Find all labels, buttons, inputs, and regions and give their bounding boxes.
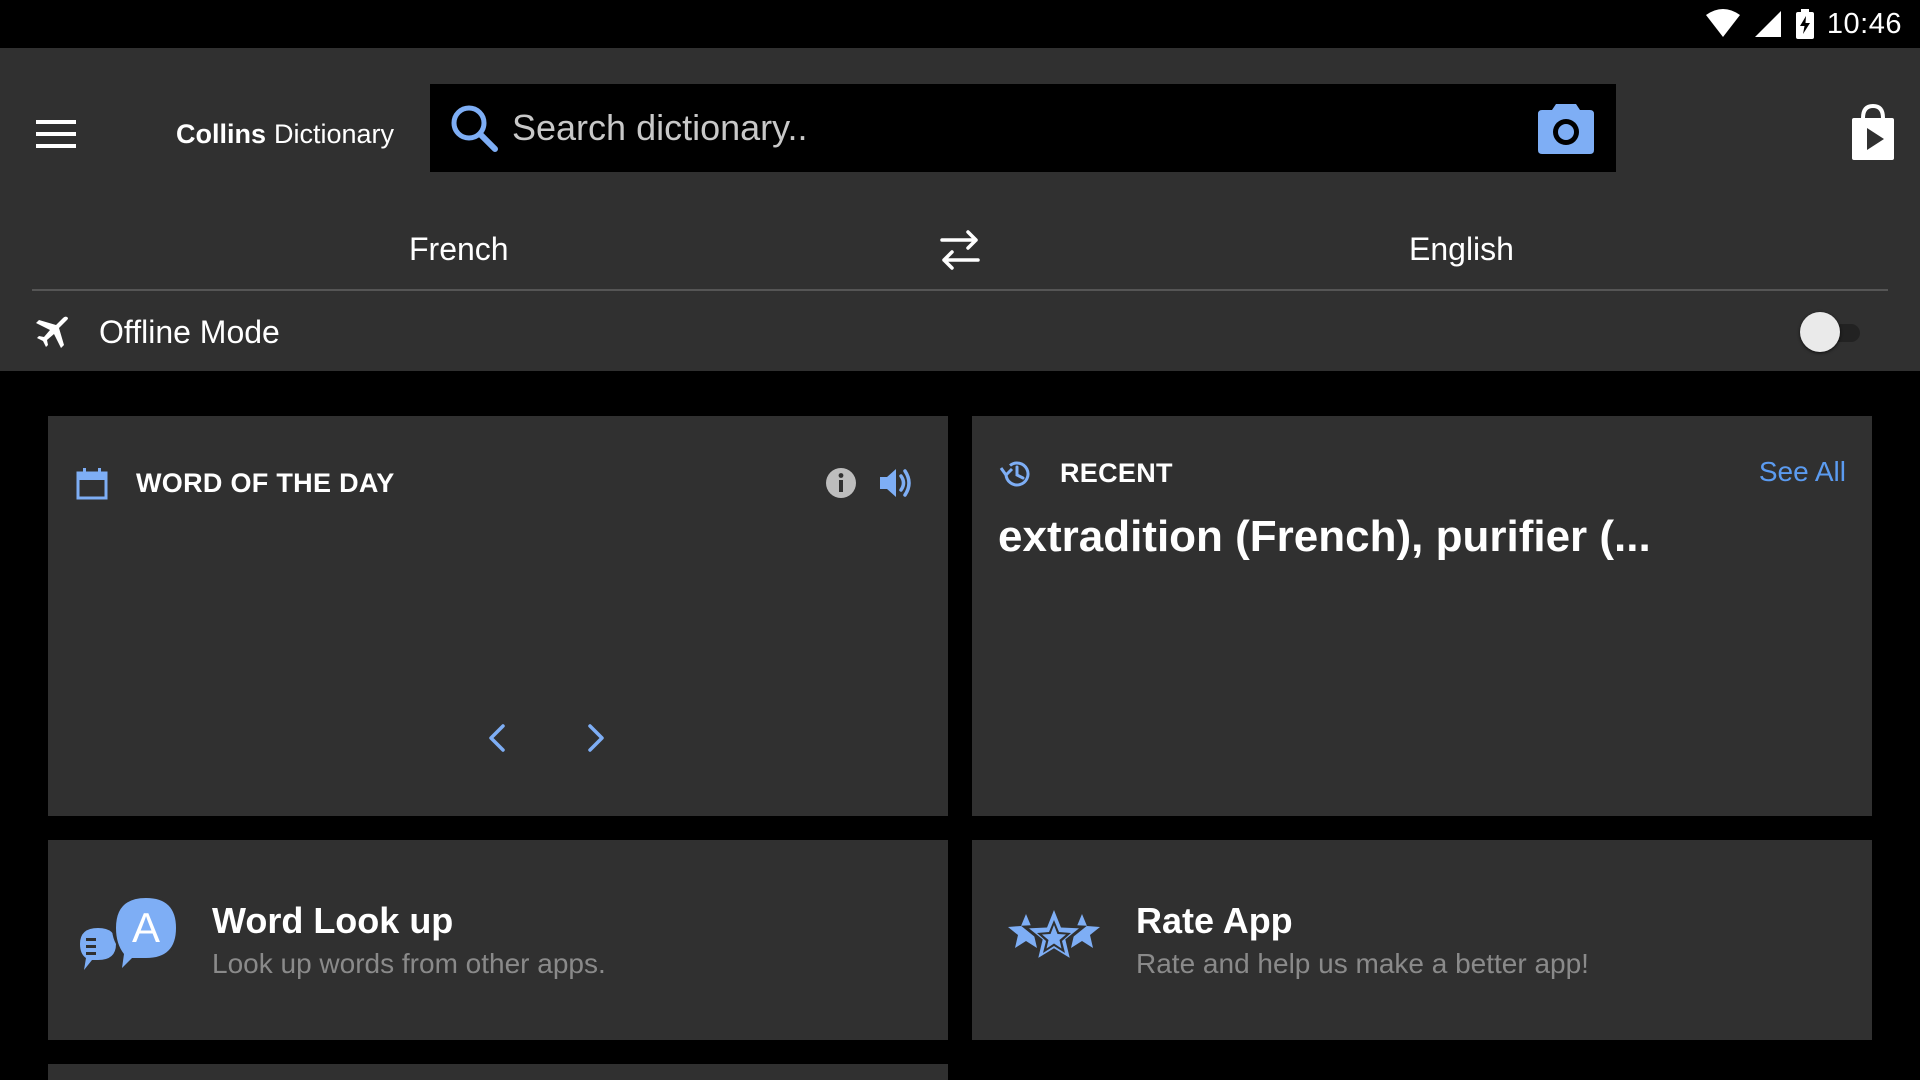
info-icon[interactable] — [824, 466, 858, 500]
language-from[interactable]: French — [409, 208, 509, 290]
app-title: Collins Dictionary — [176, 114, 394, 154]
wifi-icon — [1705, 9, 1740, 37]
language-divider — [32, 289, 1888, 291]
camera-icon[interactable] — [1536, 100, 1596, 156]
language-to[interactable]: English — [1409, 208, 1514, 290]
rate-app-subtitle: Rate and help us make a better app! — [1136, 948, 1589, 979]
status-time: 10:46 — [1826, 7, 1902, 40]
partial-card — [48, 1064, 948, 1080]
svg-text:A: A — [132, 904, 160, 951]
offline-mode-toggle[interactable] — [1800, 312, 1862, 352]
app-title-product: Dictionary — [274, 118, 395, 149]
word-lookup-card[interactable]: A Word Look up Look up words from other … — [48, 840, 948, 1040]
play-store-icon[interactable] — [1846, 102, 1900, 162]
recent-card: RECENT See All extradition (French), pur… — [972, 416, 1872, 816]
app-title-brand: Collins — [176, 118, 267, 149]
search-box — [430, 84, 1616, 172]
search-icon — [451, 105, 498, 152]
signal-icon — [1754, 11, 1781, 37]
speaker-icon[interactable] — [876, 464, 914, 502]
offline-mode-label: Offline Mode — [99, 313, 280, 350]
app-bar: Collins Dictionary French — [0, 48, 1920, 371]
app-screen: 10:46 Collins Dictionary Search dictiona… — [0, 0, 1920, 1080]
word-lookup-icon: A — [80, 894, 180, 970]
word-of-the-day-title: WORD OF THE DAY — [136, 468, 395, 498]
word-lookup-title: Word Look up — [212, 900, 454, 941]
battery-charging-icon — [1795, 9, 1814, 39]
recent-words[interactable]: extradition (French), purifier (... — [998, 512, 1848, 562]
status-bar: 10:46 — [0, 0, 1920, 48]
word-lookup-subtitle: Look up words from other apps. — [212, 948, 606, 979]
see-all-link[interactable]: See All — [1759, 456, 1846, 488]
menu-button[interactable] — [32, 110, 80, 158]
calendar-icon — [76, 468, 108, 500]
language-row: French English — [32, 208, 1888, 290]
history-icon — [999, 461, 1030, 487]
rate-app-card[interactable]: Rate App Rate and help us make a better … — [972, 840, 1872, 1040]
chevron-right-icon[interactable] — [575, 718, 615, 758]
toggle-thumb — [1800, 312, 1840, 352]
menu-icon — [36, 120, 76, 148]
swap-icon[interactable] — [934, 224, 986, 276]
word-of-the-day-card: WORD OF THE DAY — [48, 416, 948, 816]
recent-title: RECENT — [1060, 458, 1173, 488]
stars-icon — [1008, 901, 1100, 965]
search-input[interactable] — [512, 98, 1536, 158]
offline-mode-row: Offline Mode — [32, 292, 1888, 372]
chevron-left-icon[interactable] — [478, 718, 518, 758]
rate-app-title: Rate App — [1136, 900, 1293, 941]
airplane-icon — [36, 316, 68, 348]
